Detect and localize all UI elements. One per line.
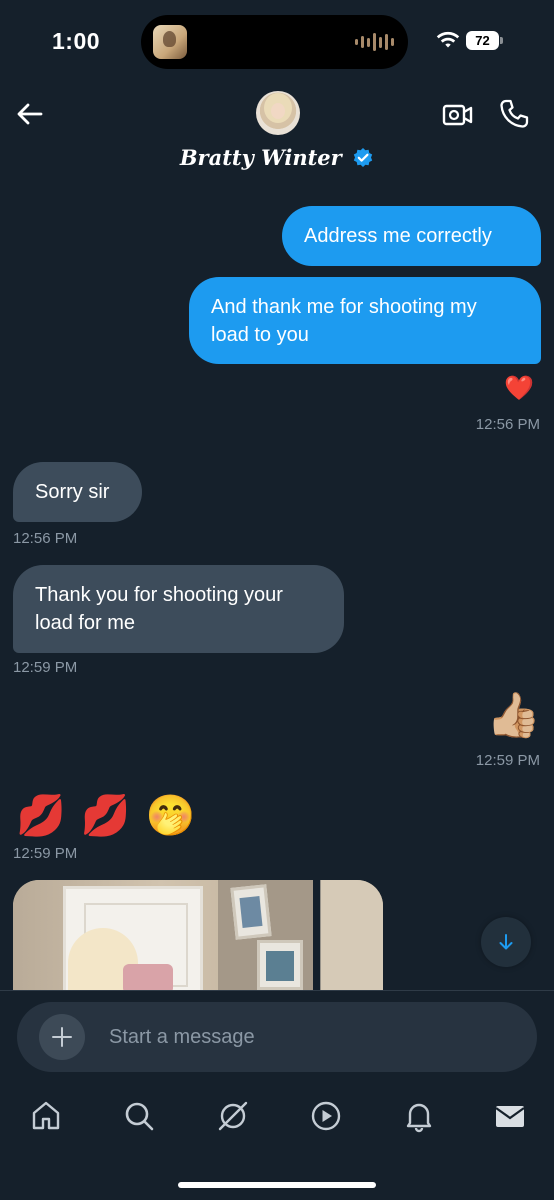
message-text: Thank you for shooting your load for me xyxy=(35,584,283,634)
message-bubble-sent[interactable]: Address me correctly xyxy=(282,206,541,266)
voice-message-icon[interactable] xyxy=(483,1023,513,1051)
add-attachment-button[interactable] xyxy=(39,1014,85,1060)
arrow-down-icon xyxy=(499,934,513,950)
image-message[interactable] xyxy=(13,880,383,990)
wifi-icon xyxy=(436,31,460,48)
status-bar: 1:00 72 xyxy=(0,0,554,80)
home-icon[interactable] xyxy=(29,1099,63,1133)
message-input[interactable] xyxy=(109,1014,469,1060)
message-bubble-received[interactable]: Thank you for shooting your load for me xyxy=(13,565,344,653)
dynamic-island[interactable] xyxy=(141,15,408,69)
message-text: Sorry sir xyxy=(35,481,110,503)
message-text: And thank me for shooting my load to you xyxy=(211,295,477,346)
kiss-emoji-message[interactable]: 💋 💋 🤭 xyxy=(16,790,198,842)
contact-header[interactable]: Bratty Winter xyxy=(0,145,554,170)
bottom-navigation xyxy=(0,1085,554,1155)
message-timestamp: 12:59 PM xyxy=(13,845,78,862)
message-timestamp: 12:59 PM xyxy=(13,659,78,676)
plus-icon xyxy=(52,1027,72,1047)
home-indicator[interactable] xyxy=(178,1182,376,1188)
mail-icon[interactable] xyxy=(493,1099,527,1133)
message-timestamp: 12:56 PM xyxy=(13,530,78,547)
verified-badge-icon xyxy=(353,147,373,167)
battery-icon: 72 xyxy=(466,31,503,50)
audio-waveform-icon xyxy=(355,32,394,52)
contact-name: Bratty Winter xyxy=(179,145,342,170)
back-arrow-icon[interactable] xyxy=(14,98,46,130)
message-text: Address me correctly xyxy=(304,225,492,247)
play-icon[interactable] xyxy=(309,1099,343,1133)
search-icon[interactable] xyxy=(122,1099,156,1133)
message-timestamp: 12:59 PM xyxy=(475,752,540,769)
now-playing-artwork xyxy=(153,25,187,59)
battery-level: 72 xyxy=(466,31,499,50)
contact-avatar[interactable] xyxy=(256,91,300,135)
message-composer xyxy=(17,1002,537,1072)
scroll-to-bottom-button[interactable] xyxy=(481,917,531,967)
thumbs-up-emoji-message[interactable]: 👍🏼 xyxy=(486,690,541,742)
status-time: 1:00 xyxy=(52,28,101,54)
message-bubble-sent[interactable]: And thank me for shooting my load to you xyxy=(189,277,541,364)
grok-icon[interactable] xyxy=(216,1099,250,1133)
bell-icon[interactable] xyxy=(402,1099,436,1133)
message-bubble-received[interactable]: Sorry sir xyxy=(13,462,142,522)
video-call-icon[interactable] xyxy=(442,100,474,130)
phone-call-icon[interactable] xyxy=(498,98,530,130)
heart-reaction[interactable]: ❤️ xyxy=(504,374,534,403)
message-timestamp: 12:56 PM xyxy=(475,416,540,433)
